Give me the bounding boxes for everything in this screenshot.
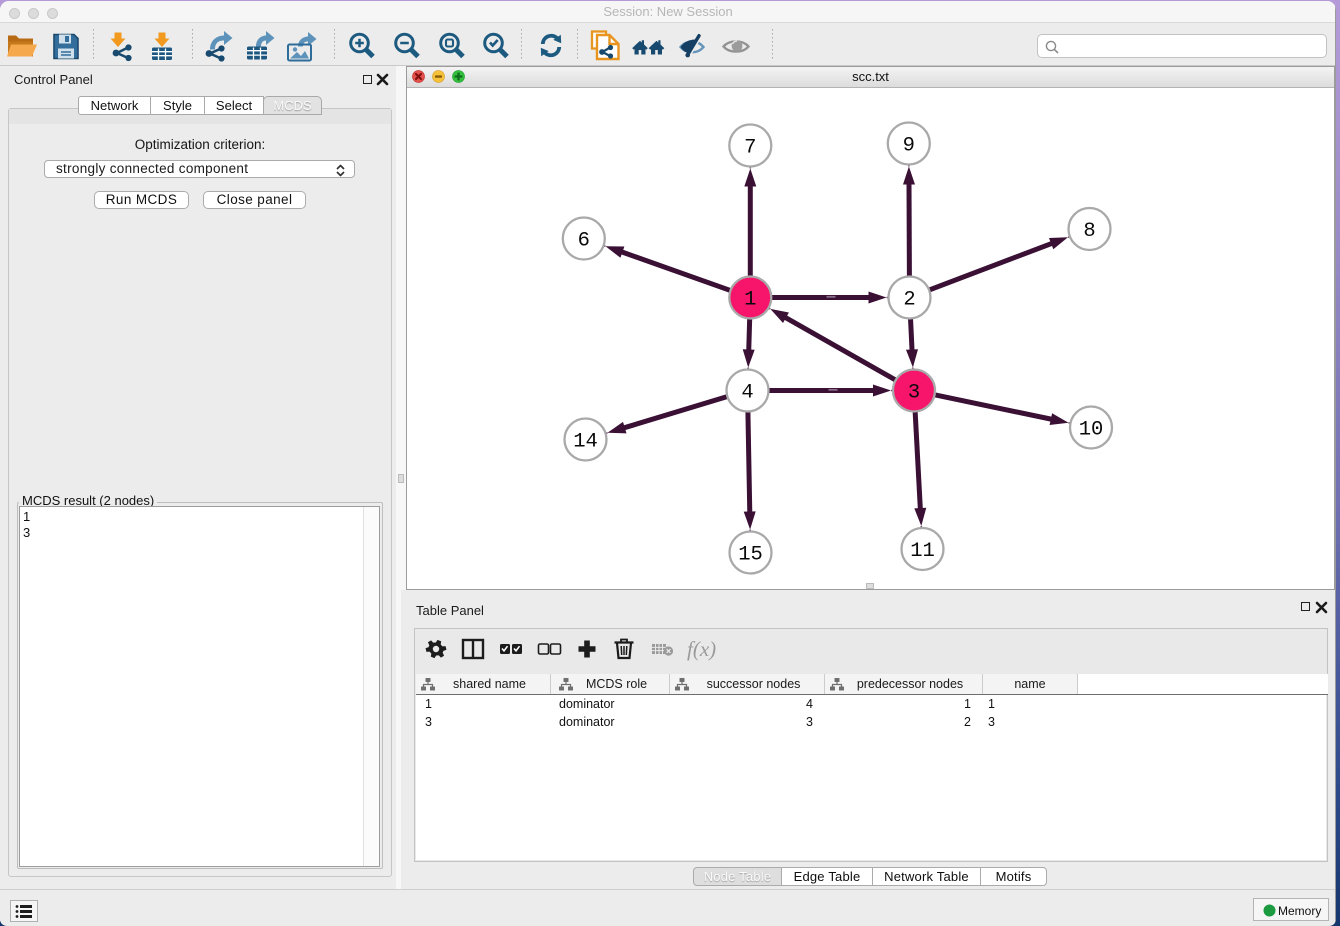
svg-text:11: 11 bbox=[910, 540, 935, 563]
svg-text:1: 1 bbox=[744, 289, 756, 312]
svg-text:9: 9 bbox=[903, 135, 915, 158]
svg-text:f(x): f(x) bbox=[687, 637, 716, 661]
svg-text:8: 8 bbox=[1083, 220, 1095, 243]
svg-text:4: 4 bbox=[741, 382, 753, 405]
svg-text:10: 10 bbox=[1079, 419, 1104, 442]
svg-text:14: 14 bbox=[573, 431, 598, 454]
svg-text:2: 2 bbox=[903, 289, 915, 312]
svg-text:7: 7 bbox=[744, 137, 756, 160]
svg-text:6: 6 bbox=[578, 230, 590, 253]
svg-text:15: 15 bbox=[738, 544, 763, 567]
svg-text:3: 3 bbox=[908, 382, 920, 405]
